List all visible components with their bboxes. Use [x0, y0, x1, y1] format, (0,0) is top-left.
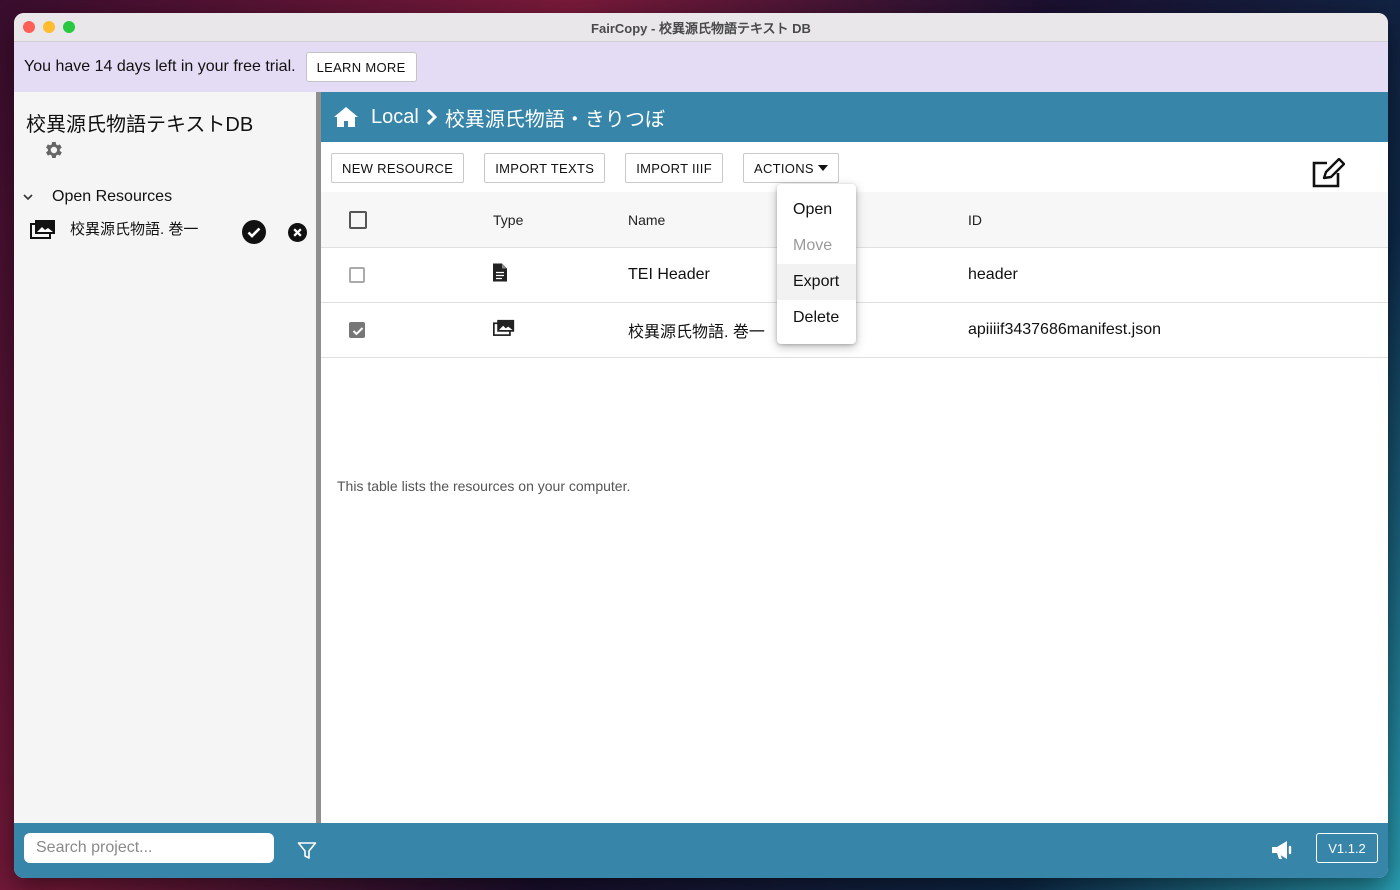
import-texts-button[interactable]: IMPORT TEXTS	[484, 153, 606, 183]
column-header-name[interactable]: Name	[628, 212, 665, 228]
chevron-down-icon	[23, 194, 33, 201]
open-resource-label: 校異源氏物語. 巻一	[70, 221, 199, 238]
select-all-checkbox[interactable]	[349, 210, 367, 229]
app-window: FairCopy - 校異源氏物語テキスト DB You have 14 day…	[14, 13, 1388, 878]
gear-icon[interactable]	[42, 139, 64, 161]
caret-down-icon	[817, 165, 828, 171]
close-resource-icon[interactable]	[288, 223, 307, 242]
row-name: 校異源氏物語. 巻一	[628, 324, 765, 341]
breadcrumb-current: 校異源氏物語・きりつぼ	[444, 108, 666, 131]
version-badge[interactable]: V1.1.2	[1316, 833, 1378, 863]
open-resource-item[interactable]: 校異源氏物語. 巻一	[30, 218, 307, 244]
new-resource-button[interactable]: NEW RESOURCE	[331, 153, 465, 183]
home-icon[interactable]	[333, 106, 359, 128]
chevron-right-icon	[426, 108, 437, 126]
breadcrumb-root[interactable]: Local	[371, 106, 419, 129]
actions-button-label: ACTIONS	[753, 160, 814, 176]
window-title: FairCopy - 校異源氏物語テキスト DB	[591, 20, 811, 36]
row-name: TEI Header	[628, 266, 710, 283]
window-controls	[23, 21, 75, 33]
check-circle-icon[interactable]	[242, 220, 266, 244]
table-note: This table lists the resources on your c…	[337, 478, 631, 494]
menu-item-export[interactable]: Export	[777, 264, 856, 300]
actions-button[interactable]: ACTIONS	[742, 153, 839, 183]
zoom-window-button[interactable]	[63, 21, 75, 33]
row-id: apiiiif3437686manifest.json	[968, 321, 1162, 338]
menu-item-move: Move	[793, 237, 833, 254]
open-resources-label: Open Resources	[52, 188, 173, 205]
menu-item-open[interactable]: Open	[777, 192, 856, 228]
trial-banner: You have 14 days left in your free trial…	[14, 42, 1388, 92]
title-bar: FairCopy - 校異源氏物語テキスト DB	[14, 13, 1388, 42]
open-resources-toggle[interactable]: Open Resources	[22, 188, 172, 206]
learn-more-button[interactable]: LEARN MORE	[305, 52, 417, 82]
toolbar: NEW RESOURCE IMPORT TEXTS IMPORT IIIF AC…	[331, 153, 839, 183]
sidebar: 校異源氏物語テキストDB Open Resources 校異源氏物語. 巻一	[14, 92, 321, 823]
search-input[interactable]	[24, 833, 274, 863]
menu-item-delete[interactable]: Delete	[777, 300, 856, 336]
row-checkbox[interactable]	[349, 267, 365, 283]
minimize-window-button[interactable]	[43, 21, 55, 33]
row-checkbox[interactable]	[349, 322, 365, 338]
close-window-button[interactable]	[23, 21, 35, 33]
document-icon	[493, 263, 507, 287]
edit-icon[interactable]	[1311, 158, 1345, 188]
trial-message: You have 14 days left in your free trial…	[24, 58, 296, 75]
footer-bar: V1.1.2	[14, 823, 1388, 878]
filter-icon[interactable]	[297, 841, 317, 861]
project-title: 校異源氏物語テキストDB	[26, 114, 254, 136]
column-header-type[interactable]: Type	[493, 212, 523, 228]
megaphone-icon[interactable]	[1270, 840, 1294, 860]
row-id: header	[968, 266, 1018, 283]
image-gallery-icon	[30, 219, 55, 239]
column-header-id[interactable]: ID	[968, 212, 982, 228]
actions-menu: Open Move Export Delete	[777, 184, 856, 344]
image-gallery-icon	[493, 319, 515, 341]
import-iiif-button[interactable]: IMPORT IIIF	[625, 153, 723, 183]
breadcrumb: Local 校異源氏物語・きりつぼ	[321, 92, 1388, 142]
